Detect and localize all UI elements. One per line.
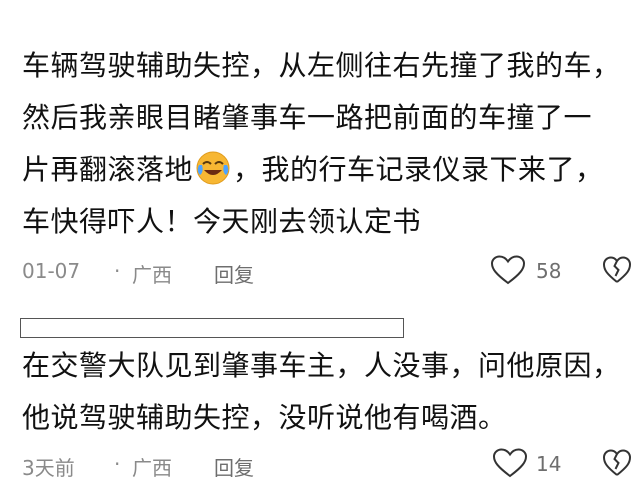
username-redacted-box [20,318,404,338]
comment-location: 广西 [132,456,172,480]
comment-line-3: 片再翻滚落地 [22,153,194,186]
comment-line-1: 在交警大队见到肇事车主，人没事，问他原因， [22,349,621,382]
broken-heart-icon[interactable] [602,448,632,478]
like-count: 14 [536,452,562,476]
heart-outline-icon[interactable] [492,448,528,478]
comment-1: 车辆驾驶辅助失控，从左侧往右先撞了我的车， 然后我亲眼目睹肇事车一路把前面的车撞… [22,40,632,287]
meta-separator: · [114,452,121,476]
comment-line-1: 车辆驾驶辅助失控，从左侧往右先撞了我的车， [22,49,621,82]
comment-line-5: 车快得吓人！今天刚去领认定书 [22,205,422,238]
comment-meta: 3天前 · 广西 回复 14 [22,448,632,481]
comment-date: 3天前 [22,456,75,480]
comment-location: 广西 [132,263,172,287]
comment-line-4: ，我的行车记录仪录下来了， [233,153,604,186]
comment-meta: 01-07 · 广西 回复 58 [22,255,632,288]
reply-button[interactable]: 回复 [214,259,254,288]
broken-heart-icon[interactable] [602,255,632,285]
like-count: 58 [536,259,562,283]
comment-2: 在交警大队见到肇事车主，人没事，问他原因， 他说驾驶辅助失控，没听说他有喝酒。 … [22,340,632,480]
comment-text: 在交警大队见到肇事车主，人没事，问他原因， 他说驾驶辅助失控，没听说他有喝酒。 [22,340,628,444]
meta-separator: · [114,259,121,283]
heart-outline-icon[interactable] [490,255,526,285]
comment-text: 车辆驾驶辅助失控，从左侧往右先撞了我的车， 然后我亲眼目睹肇事车一路把前面的车撞… [22,40,628,248]
comment-date: 01-07 [22,259,81,283]
crying-laughing-emoji-icon [196,151,230,185]
comment-line-2: 然后我亲眼目睹肇事车一路把前面的车撞了一 [22,101,593,134]
comment-line-2: 他说驾驶辅助失控，没听说他有喝酒。 [22,401,507,434]
reply-button[interactable]: 回复 [214,452,254,481]
